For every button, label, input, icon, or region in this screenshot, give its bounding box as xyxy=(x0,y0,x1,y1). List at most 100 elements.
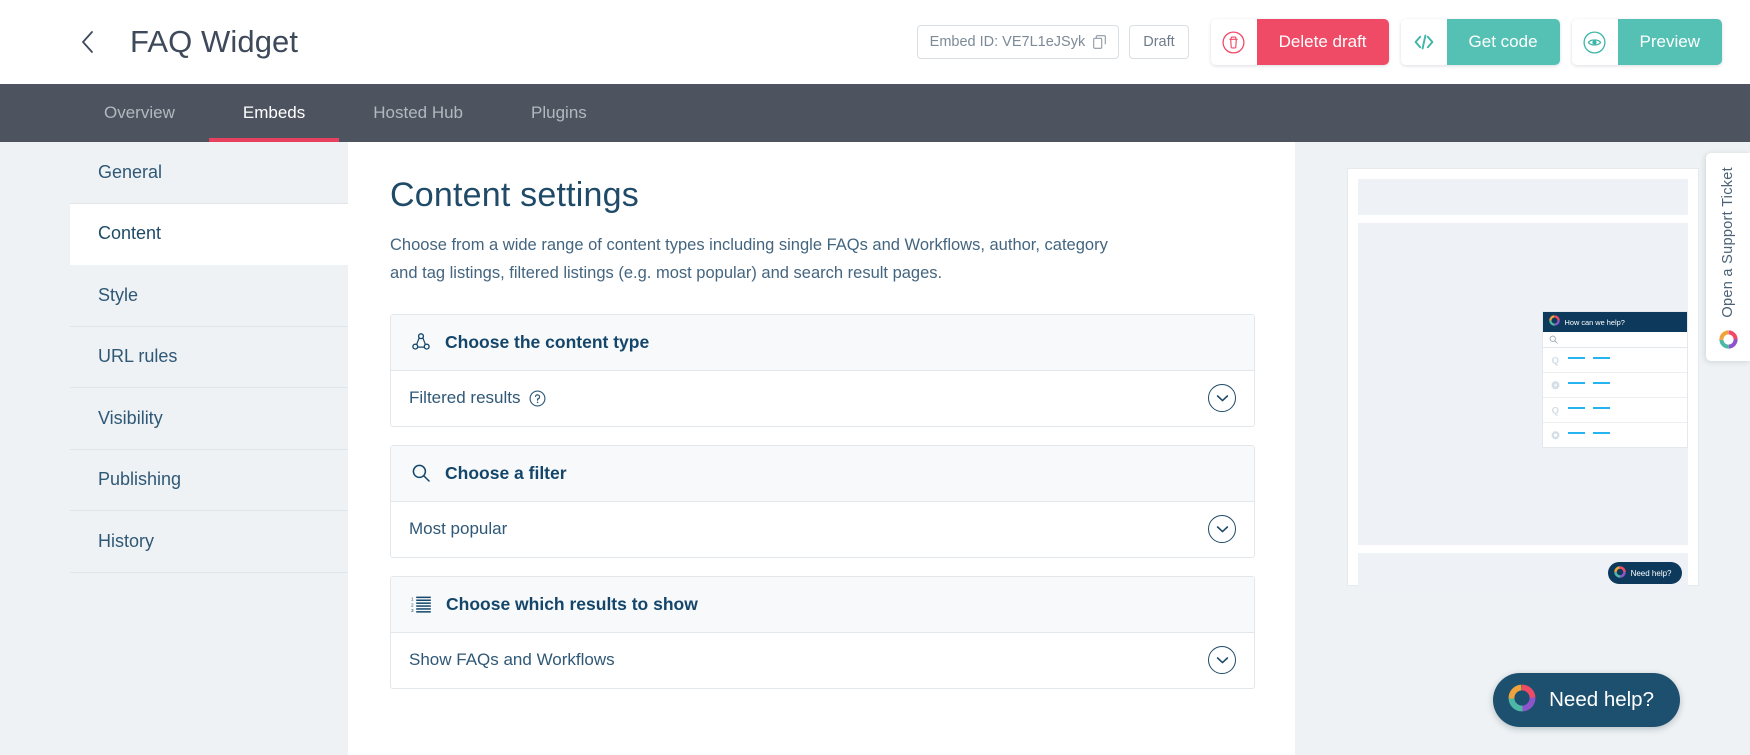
main-panel: Content settings Choose from a wide rang… xyxy=(348,142,1295,755)
filter-card-header: Choose a filter xyxy=(391,445,1254,502)
sidebar-item-publishing[interactable]: Publishing xyxy=(70,450,348,511)
results-card-header: 1 2 3 Choose which results to show xyxy=(391,576,1254,633)
content-type-value-wrap: Filtered results xyxy=(409,388,546,408)
preview-need-help-label: Need help? xyxy=(1630,568,1672,578)
trash-icon xyxy=(1210,19,1257,65)
preview-column: How can we help? Q Q Need help? xyxy=(1295,142,1750,755)
preview-bottombar: Need help? xyxy=(1357,553,1688,593)
preview-widget: How can we help? Q Q xyxy=(1541,311,1688,448)
chevron-left-icon xyxy=(79,29,96,55)
need-help-label: Need help? xyxy=(1549,688,1654,711)
get-code-button[interactable]: Get code xyxy=(1400,19,1560,65)
body-container: General Content Style URL rules Visibili… xyxy=(0,142,1750,755)
sidebar-item-url-rules[interactable]: URL rules xyxy=(70,327,348,388)
sidebar-item-history[interactable]: History xyxy=(70,511,348,573)
tab-plugins-label: Plugins xyxy=(531,103,587,122)
filter-select-row[interactable]: Most popular xyxy=(391,502,1254,557)
tab-hosted-hub-label: Hosted Hub xyxy=(373,103,464,122)
tag xyxy=(1567,432,1585,434)
tag xyxy=(1592,432,1610,434)
chevron-down-circle-icon[interactable] xyxy=(1208,384,1236,413)
tab-plugins[interactable]: Plugins xyxy=(497,84,621,142)
ring-logo-icon xyxy=(1548,313,1560,331)
support-ticket-label: Open a Support Ticket xyxy=(1720,167,1736,318)
preview-need-help-button: Need help? xyxy=(1607,562,1682,584)
status-badge: Draft xyxy=(1129,25,1189,59)
sidebar-item-general-label: General xyxy=(98,161,163,182)
embed-id-field[interactable]: Embed ID: VE7L1eJSyk xyxy=(916,25,1120,59)
filter-card-title: Choose a filter xyxy=(445,462,567,483)
svg-text:3: 3 xyxy=(411,608,414,613)
page-title: FAQ Widget xyxy=(130,24,299,59)
header-actions: Embed ID: VE7L1eJSyk Draft Delete draft … xyxy=(916,19,1722,65)
content-type-card-title: Choose the content type xyxy=(445,331,650,352)
preview-result-item[interactable]: Q xyxy=(1542,348,1687,373)
delete-draft-label: Delete draft xyxy=(1256,19,1389,65)
preview-button[interactable]: Preview xyxy=(1571,19,1722,65)
svg-text:Q: Q xyxy=(1551,355,1558,366)
sidebar-item-content[interactable]: Content xyxy=(70,203,348,265)
preview-tags xyxy=(1567,382,1681,384)
delete-draft-button[interactable]: Delete draft xyxy=(1210,19,1389,65)
preview-result-item[interactable] xyxy=(1543,423,1687,447)
sidebar-item-publishing-label: Publishing xyxy=(98,469,182,490)
preview-search-bar[interactable] xyxy=(1542,331,1687,349)
preview-widget-title: How can we help? xyxy=(1564,317,1625,327)
tab-overview[interactable]: Overview xyxy=(70,84,209,142)
preview-tags xyxy=(1567,432,1681,434)
svg-text:Q: Q xyxy=(1551,405,1558,416)
page-header: FAQ Widget Embed ID: VE7L1eJSyk Draft De… xyxy=(0,0,1750,84)
tag xyxy=(1592,407,1610,409)
app-root: FAQ Widget Embed ID: VE7L1eJSyk Draft De… xyxy=(0,0,1750,755)
tag xyxy=(1592,357,1610,359)
widget-preview-frame: How can we help? Q Q Need help? xyxy=(1346,168,1699,593)
preview-result-lines xyxy=(1567,404,1681,416)
preview-result-item[interactable]: Q xyxy=(1542,398,1687,423)
main-navigation: Overview Embeds Hosted Hub Plugins xyxy=(0,84,1750,142)
results-card: 1 2 3 Choose which results to show Show … xyxy=(390,575,1255,689)
ordered-list-icon: 1 2 3 xyxy=(411,595,432,614)
preview-result-lines xyxy=(1567,354,1681,366)
get-code-label: Get code xyxy=(1446,19,1560,65)
eye-icon xyxy=(1571,19,1618,65)
sidebar-item-general[interactable]: General xyxy=(70,142,348,204)
filter-card: Choose a filter Most popular xyxy=(390,444,1255,558)
results-select-row[interactable]: Show FAQs and Workflows xyxy=(391,633,1254,688)
need-help-button[interactable]: Need help? xyxy=(1493,673,1680,727)
sidebar-item-visibility[interactable]: Visibility xyxy=(70,388,348,450)
sidebar-item-history-label: History xyxy=(98,530,155,551)
search-icon xyxy=(411,463,431,483)
preview-tags xyxy=(1567,357,1681,359)
preview-stage: How can we help? Q Q xyxy=(1357,223,1688,545)
preview-label: Preview xyxy=(1617,19,1722,65)
tag xyxy=(1567,357,1585,359)
tag xyxy=(1567,407,1585,409)
ring-logo-icon xyxy=(1508,684,1536,717)
ring-logo-icon xyxy=(1718,329,1738,354)
copy-icon[interactable] xyxy=(1093,35,1107,49)
content-type-select-row[interactable]: Filtered results xyxy=(391,371,1254,426)
code-brackets-icon xyxy=(1400,19,1447,65)
content-type-card-header: Choose the content type xyxy=(391,314,1254,371)
results-value: Show FAQs and Workflows xyxy=(409,650,615,670)
support-ticket-tab[interactable]: Open a Support Ticket xyxy=(1706,153,1750,361)
chevron-down-circle-icon[interactable] xyxy=(1208,646,1236,675)
svg-text:2: 2 xyxy=(411,602,414,607)
tag xyxy=(1592,382,1610,384)
question-mark-icon: Q xyxy=(1549,354,1562,366)
tab-embeds[interactable]: Embeds xyxy=(208,84,340,142)
tag xyxy=(1567,382,1585,384)
preview-result-lines xyxy=(1567,379,1681,391)
filter-value: Most popular xyxy=(409,519,508,539)
back-button[interactable] xyxy=(70,25,104,59)
chevron-down-circle-icon[interactable] xyxy=(1208,515,1236,544)
tab-hosted-hub[interactable]: Hosted Hub xyxy=(339,84,497,142)
preview-result-item[interactable] xyxy=(1542,373,1687,398)
content-type-value: Filtered results xyxy=(409,388,521,408)
filter-value-wrap: Most popular xyxy=(409,519,507,539)
sidebar-item-style[interactable]: Style xyxy=(70,265,348,327)
question-circle-icon[interactable] xyxy=(529,390,546,407)
results-value-wrap: Show FAQs and Workflows xyxy=(409,650,615,670)
settings-sidebar: General Content Style URL rules Visibili… xyxy=(70,142,348,755)
search-icon xyxy=(1549,331,1558,349)
